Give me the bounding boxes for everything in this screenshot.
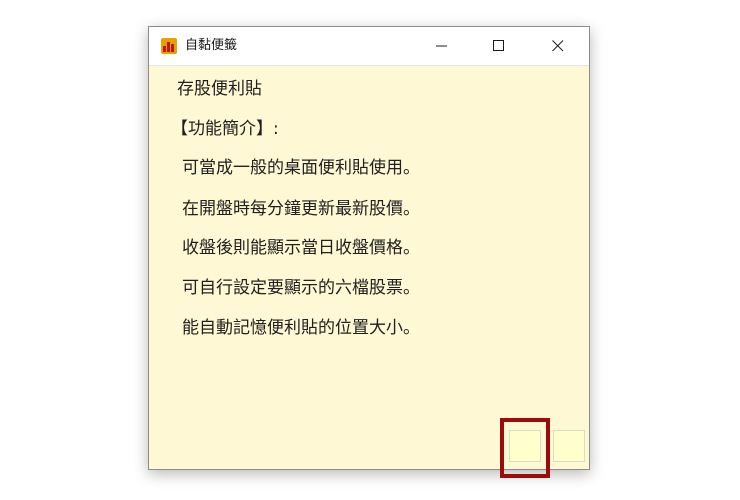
feature-item: 可當成一般的桌面便利貼使用。	[182, 158, 420, 178]
color-swatch-button[interactable]	[509, 430, 541, 462]
sticky-note-window: 自黏便籤 存股便利貼 【功能簡介】: 可當成一般的桌面便利貼使用。 在開盤時每分…	[148, 26, 590, 470]
feature-item: 在開盤時每分鐘更新最新股價。	[182, 199, 420, 219]
feature-item: 收盤後則能顯示當日收盤價格。	[182, 238, 420, 258]
title-bar[interactable]: 自黏便籤	[149, 27, 589, 66]
minimize-icon	[436, 45, 447, 47]
maximize-button[interactable]	[476, 27, 522, 65]
color-swatch-button[interactable]	[553, 430, 585, 462]
close-icon	[552, 40, 564, 52]
section-title: 【功能簡介】:	[171, 119, 279, 139]
maximize-icon	[493, 40, 504, 51]
close-button[interactable]	[535, 27, 581, 65]
feature-item: 能自動記憶便利貼的位置大小。	[182, 318, 420, 338]
window-title: 自黏便籤	[185, 38, 238, 53]
stock-chart-icon	[161, 38, 177, 54]
minimize-button[interactable]	[419, 27, 465, 65]
feature-item: 可自行設定要顯示的六檔股票。	[182, 278, 420, 298]
note-title: 存股便利貼	[177, 79, 262, 99]
